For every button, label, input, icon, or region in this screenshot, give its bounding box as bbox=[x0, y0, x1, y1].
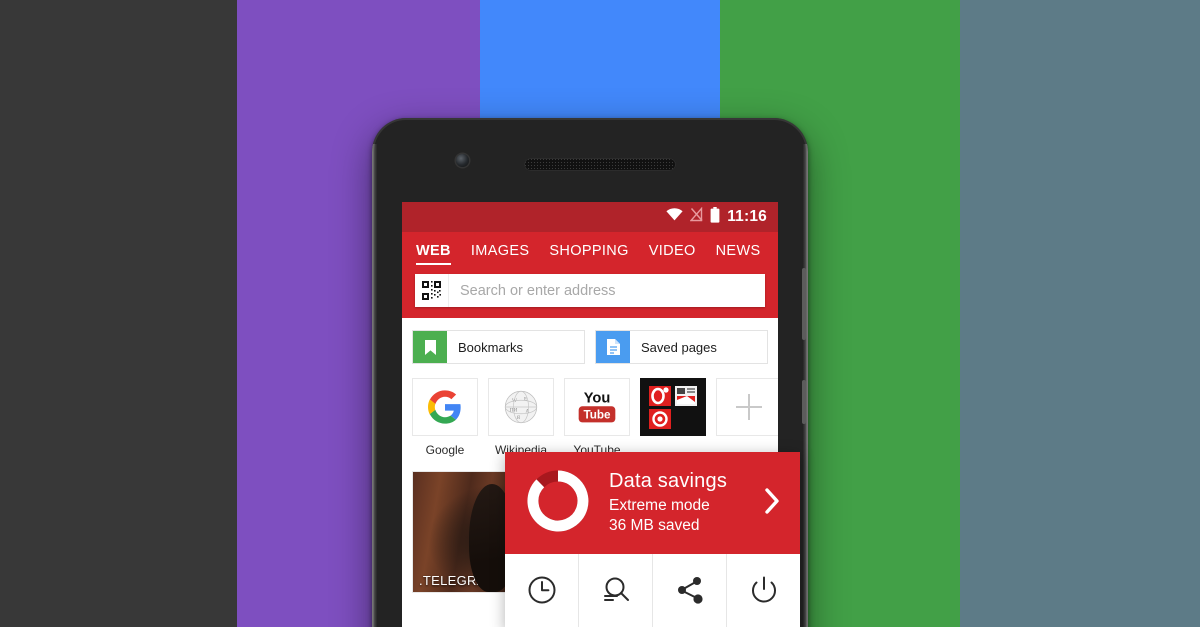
qr-code-icon[interactable] bbox=[415, 274, 449, 307]
bookmark-icon bbox=[413, 331, 447, 363]
data-savings-text: Data savings Extreme mode 36 MB saved bbox=[609, 470, 746, 537]
svg-text:Tube: Tube bbox=[583, 409, 611, 422]
search-placeholder-text: Search or enter address bbox=[460, 282, 616, 299]
wifi-icon bbox=[666, 208, 683, 226]
share-icon bbox=[675, 575, 705, 610]
find-in-page-icon bbox=[601, 575, 631, 610]
data-savings-card[interactable]: Data savings Extreme mode 36 MB saved bbox=[505, 452, 800, 554]
data-savings-amount: 36 MB saved bbox=[609, 517, 700, 534]
document-icon bbox=[596, 331, 630, 363]
speed-dial-label: Google bbox=[425, 443, 465, 457]
data-savings-mode: Extreme mode bbox=[609, 496, 710, 514]
speed-dial-wikipedia[interactable]: WE ПИ A Я Wikipedia bbox=[488, 378, 554, 457]
search-bar-container: Search or enter address bbox=[402, 274, 778, 318]
front-camera-icon bbox=[456, 154, 469, 167]
status-bar: 11:16 bbox=[402, 202, 778, 232]
search-category-tabs: WEB IMAGES SHOPPING VIDEO NEWS bbox=[402, 232, 778, 274]
data-savings-panel: Data savings Extreme mode 36 MB saved bbox=[505, 452, 800, 627]
svg-text:You: You bbox=[584, 391, 611, 407]
wikipedia-icon: WE ПИ A Я bbox=[488, 378, 554, 436]
youtube-icon: You Tube bbox=[564, 378, 630, 436]
search-input[interactable]: Search or enter address bbox=[415, 274, 765, 307]
chevron-right-icon[interactable] bbox=[762, 485, 786, 522]
tab-shopping[interactable]: SHOPPING bbox=[549, 243, 628, 263]
earpiece-speaker bbox=[524, 158, 676, 171]
slate-band bbox=[960, 0, 1200, 627]
opera-folder-icon bbox=[640, 378, 706, 436]
tab-web[interactable]: WEB bbox=[416, 243, 451, 265]
add-icon bbox=[716, 378, 778, 436]
data-savings-title: Data savings bbox=[609, 469, 728, 492]
speed-dial-add[interactable] bbox=[716, 378, 778, 457]
speed-dial-youtube[interactable]: You Tube You Tube bbox=[564, 378, 630, 457]
google-icon bbox=[412, 378, 478, 436]
history-button[interactable] bbox=[505, 554, 579, 627]
battery-icon bbox=[710, 206, 720, 228]
exit-button[interactable] bbox=[727, 554, 800, 627]
speed-dial-google[interactable]: Google bbox=[412, 378, 478, 457]
volume-button[interactable] bbox=[802, 268, 806, 340]
quick-access-row: Bookmarks Saved pages bbox=[412, 330, 768, 364]
saved-pages-button[interactable]: Saved pages bbox=[595, 330, 768, 364]
find-in-page-button[interactable] bbox=[579, 554, 653, 627]
action-bar bbox=[505, 554, 800, 627]
dark-band bbox=[0, 0, 237, 627]
power-button[interactable] bbox=[802, 380, 806, 424]
history-icon bbox=[527, 575, 557, 610]
tab-video[interactable]: VIDEO bbox=[649, 243, 696, 263]
bookmarks-label: Bookmarks bbox=[458, 339, 524, 355]
status-clock: 11:16 bbox=[727, 208, 767, 225]
share-button[interactable] bbox=[653, 554, 727, 627]
bookmarks-button[interactable]: Bookmarks bbox=[412, 330, 585, 364]
saved-pages-label: Saved pages bbox=[641, 339, 717, 355]
signal-off-icon bbox=[689, 206, 703, 227]
tab-images[interactable]: IMAGES bbox=[471, 243, 530, 263]
speed-dial-opera-folder[interactable] bbox=[640, 378, 706, 457]
speed-dial-grid: Google WE ПИ A Я Wikipedia You Tube YouT… bbox=[412, 378, 778, 457]
exit-icon bbox=[749, 575, 779, 610]
data-savings-ring-icon bbox=[523, 466, 593, 541]
tab-news[interactable]: NEWS bbox=[716, 243, 761, 263]
phone-left-rail bbox=[372, 144, 377, 627]
